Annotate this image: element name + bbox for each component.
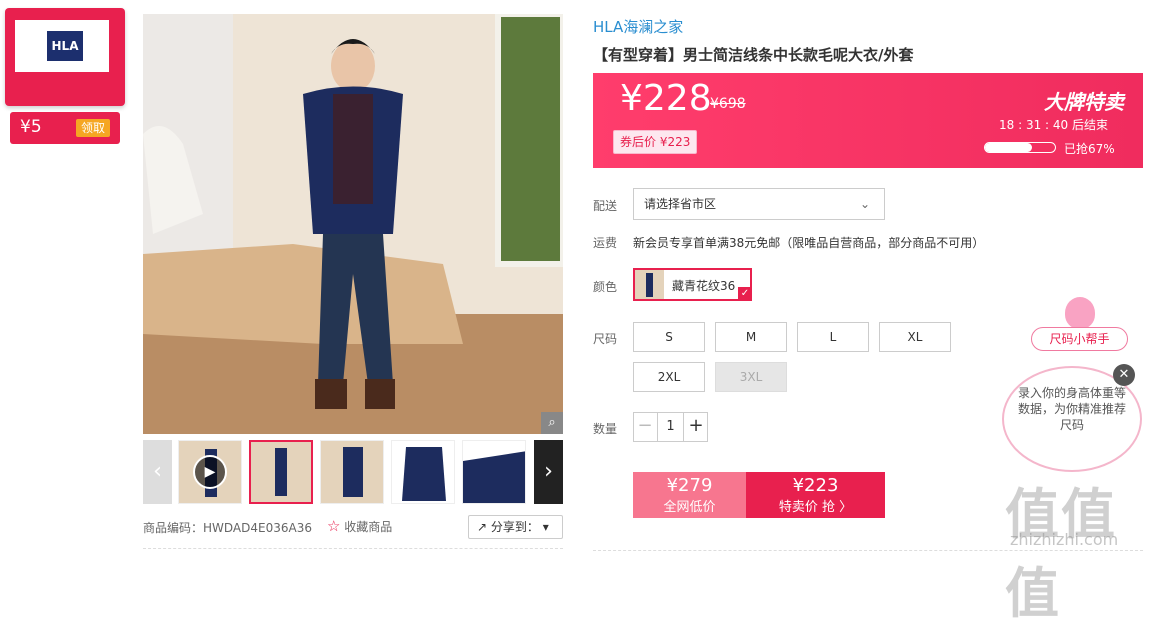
color-option-label: 藏青花纹36 (672, 279, 736, 293)
quantity-input[interactable]: 1 (657, 412, 684, 442)
market-price: ¥279 (666, 475, 713, 496)
countdown: 18 : 31 : 40 后结束 (999, 118, 1108, 132)
original-price: ¥698 (710, 96, 746, 112)
size-helper-text: 录入你的身高体重等数据，为你精准推荐尺码 (1018, 386, 1127, 432)
divider (143, 548, 563, 549)
buy-now-button[interactable]: ¥223 特卖价 抢 〉 (746, 472, 885, 518)
size-option-2xl[interactable]: 2XL (633, 362, 705, 392)
color-label: 颜色 (593, 280, 618, 294)
size-option-l[interactable]: L (797, 322, 869, 352)
region-select-value: 请选择省市区 (644, 197, 717, 211)
buy-market-price-button[interactable]: ¥279 全网低价 (633, 472, 746, 518)
share-button[interactable]: ↗ 分享到： ▾ (468, 515, 563, 539)
coupon-amount: ¥5 (20, 117, 42, 137)
shipping-text: 新会员专享首单满38元免邮（限唯品自营商品，部分商品不可用） (633, 236, 985, 250)
watermark-url: zhizhizhi.com (1010, 530, 1119, 549)
coupon-claim-button[interactable]: 领取 (76, 119, 110, 137)
thumbnail-next-button[interactable]: › (534, 440, 563, 504)
color-option-thumbnail (635, 270, 664, 299)
size-option-m[interactable]: M (715, 322, 787, 352)
sale-progress-fill (985, 143, 1032, 152)
market-price-label: 全网低价 (663, 500, 716, 515)
buy-now-label: 特卖价 抢 〉 (778, 500, 853, 515)
chevron-down-icon: ⌄ (859, 197, 870, 211)
shipping-label: 运费 (593, 236, 618, 250)
play-icon[interactable]: ▶ (193, 455, 227, 489)
store-logo[interactable]: HLA (47, 31, 83, 61)
thumbnail-prev-button[interactable]: ‹ (143, 440, 172, 504)
sku-code: 商品编码：HWDAD4E036A36 (143, 521, 312, 535)
thumbnail-4[interactable] (462, 440, 526, 504)
product-main-image[interactable] (143, 14, 563, 434)
thumbnail-2[interactable] (320, 440, 384, 504)
region-select[interactable]: 请选择省市区 ⌄ (633, 188, 885, 220)
coupon-price: 券后价 ¥223 (613, 130, 698, 154)
share-label: 分享到： (490, 520, 539, 534)
size-helper-mascot-icon[interactable] (1065, 297, 1095, 329)
size-option-xl[interactable]: XL (879, 322, 951, 352)
sale-price: ¥223 (792, 475, 839, 496)
product-title: 【有型穿着】男士简洁线条中长款毛呢大衣/外套 (593, 46, 914, 64)
check-icon: ✓ (738, 287, 752, 301)
sale-title: 大牌特卖 (1044, 90, 1124, 114)
sale-progress-label: 已抢67% (1064, 142, 1115, 156)
size-option-s[interactable]: S (633, 322, 705, 352)
close-icon[interactable]: ✕ (1113, 364, 1135, 386)
thumbnail-3[interactable] (391, 440, 455, 504)
zoom-icon[interactable]: ⌕ (541, 412, 563, 434)
quantity-minus-button[interactable]: − (633, 412, 657, 442)
favorite-label: 收藏商品 (344, 520, 393, 534)
share-icon: ↗ (477, 520, 488, 534)
quantity-label: 数量 (593, 422, 618, 436)
delivery-label: 配送 (593, 199, 618, 213)
quantity-plus-button[interactable]: + (684, 412, 708, 442)
thumbnail-1[interactable] (249, 440, 313, 504)
divider (593, 550, 1143, 551)
chevron-down-icon: ▾ (542, 520, 549, 534)
size-helper-tag[interactable]: 尺码小帮手 (1031, 327, 1128, 351)
watermark-logo: 值值值 (1005, 483, 1117, 625)
size-label: 尺码 (593, 332, 618, 346)
size-option-3xl: 3XL (715, 362, 787, 392)
brand-link[interactable]: HLA海澜之家 (593, 16, 683, 37)
favorite-button[interactable]: ☆ 收藏商品 (327, 517, 392, 535)
star-icon: ☆ (327, 517, 341, 535)
current-price: ¥228 (620, 78, 712, 119)
